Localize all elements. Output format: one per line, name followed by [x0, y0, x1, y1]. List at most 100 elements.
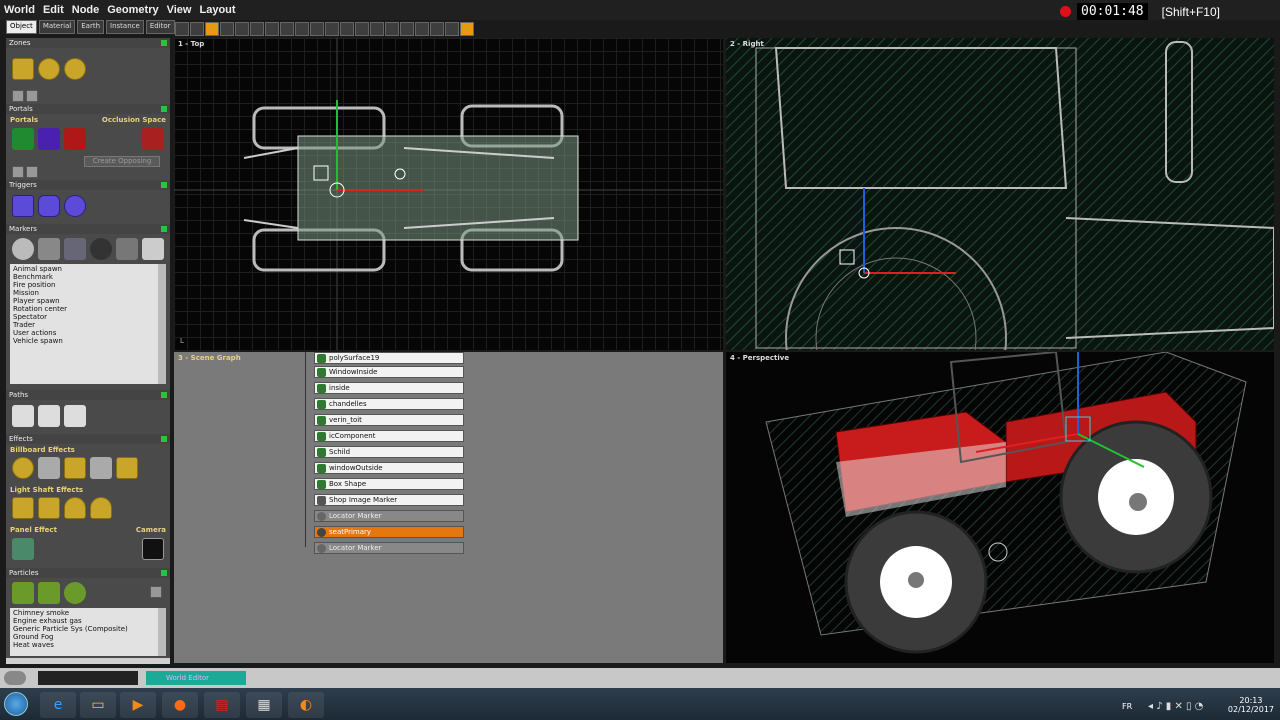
shaft-cylinder-icon[interactable]: [38, 497, 60, 519]
path-curve-icon[interactable]: [38, 405, 60, 427]
sun-tool-icon[interactable]: [400, 21, 414, 36]
path-line-icon[interactable]: [12, 405, 34, 427]
menu-view[interactable]: View: [163, 4, 196, 16]
scene-node[interactable]: icComponent: [314, 430, 464, 442]
shaft-box-icon[interactable]: [12, 497, 34, 519]
menu-layout[interactable]: Layout: [195, 4, 239, 16]
rotate-tool-icon[interactable]: [220, 21, 234, 36]
trigger-sphere-icon[interactable]: [64, 195, 86, 217]
clock[interactable]: 20:13 02/12/2017: [1228, 696, 1274, 714]
viewport-perspective[interactable]: 4 - Perspective: [726, 352, 1274, 663]
tab-earth[interactable]: Earth: [77, 20, 105, 34]
particle-cylinder-icon[interactable]: [38, 582, 60, 604]
scene-node[interactable]: Locator Marker: [314, 542, 464, 554]
viewport-top[interactable]: 1 - Top L: [174, 38, 723, 350]
marker-list-scrollbar[interactable]: [158, 264, 166, 384]
blender-icon[interactable]: ◐: [288, 692, 324, 718]
trigger-cylinder-icon[interactable]: [38, 195, 60, 217]
billboard-dot-icon[interactable]: [38, 457, 60, 479]
collapse-icon[interactable]: [161, 436, 167, 442]
collapse-icon[interactable]: [161, 392, 167, 398]
fly-tool-icon[interactable]: [370, 21, 384, 36]
scene-node[interactable]: verin_toit: [314, 414, 464, 426]
section-markers[interactable]: Markers: [6, 224, 170, 234]
scene-graph-panel[interactable]: 3 - Scene Graph polySurface19 WindowInsi…: [174, 352, 723, 663]
scene-node[interactable]: WindowInside: [314, 366, 464, 378]
list-item[interactable]: Rotation center: [13, 305, 163, 313]
zone-sphere-icon[interactable]: [38, 58, 60, 80]
billboard-line-icon[interactable]: [64, 457, 86, 479]
tab-object[interactable]: Object: [6, 20, 37, 34]
list-item[interactable]: Mission: [13, 289, 163, 297]
scene-node[interactable]: inside: [314, 382, 464, 394]
portal-tool-icon[interactable]: [26, 166, 38, 178]
start-button-icon[interactable]: [4, 692, 28, 716]
menu-node[interactable]: Node: [68, 4, 104, 16]
trigger-box-icon[interactable]: [12, 195, 34, 217]
portal-purple-icon[interactable]: [38, 128, 60, 150]
billboard-flame-icon[interactable]: [116, 457, 138, 479]
crosshair-marker-icon[interactable]: [12, 238, 34, 260]
hand-tool-icon[interactable]: [265, 21, 279, 36]
snap-tool-icon[interactable]: [250, 21, 264, 36]
list-item[interactable]: Heat waves: [13, 641, 163, 649]
zone-cylinder-icon[interactable]: [64, 58, 86, 80]
camera-icon[interactable]: [142, 538, 164, 560]
list-item[interactable]: Player spawn: [13, 297, 163, 305]
scene-node[interactable]: windowOutside: [314, 462, 464, 474]
portal-edit-icon[interactable]: [12, 166, 24, 178]
link-marker-icon[interactable]: [64, 238, 86, 260]
scale-tool-icon[interactable]: [235, 21, 249, 36]
billboard-sun-icon[interactable]: [12, 457, 34, 479]
list-item[interactable]: User actions: [13, 329, 163, 337]
menu-edit[interactable]: Edit: [39, 4, 68, 16]
shaft-bell-icon[interactable]: [90, 497, 112, 519]
paint-tool-icon[interactable]: [280, 21, 294, 36]
list-item[interactable]: Engine exhaust gas: [13, 617, 163, 625]
measure-tool-icon[interactable]: [295, 21, 309, 36]
collapse-icon[interactable]: [161, 182, 167, 188]
particle-list[interactable]: Chimney smoke Engine exhaust gas Generic…: [10, 608, 166, 656]
list-item[interactable]: Trader: [13, 321, 163, 329]
section-zones[interactable]: Zones: [6, 38, 170, 48]
select-tool-icon[interactable]: [175, 21, 189, 36]
shaft-cone-icon[interactable]: [64, 497, 86, 519]
collapse-icon[interactable]: [161, 570, 167, 576]
wire-tool-icon[interactable]: [430, 21, 444, 36]
menu-geometry[interactable]: Geometry: [103, 4, 162, 16]
terrain-tool-icon[interactable]: [340, 21, 354, 36]
scene-node[interactable]: Schild: [314, 446, 464, 458]
list-item[interactable]: Ground Fog: [13, 633, 163, 641]
billboard-wave-icon[interactable]: [90, 457, 112, 479]
pointer-tool-icon[interactable]: [190, 21, 204, 36]
scene-node[interactable]: Locator Marker Vehicle Proxy: [314, 510, 464, 522]
scene-node[interactable]: Shop Image Marker: [314, 494, 464, 506]
viewport-right[interactable]: 2 - Right: [726, 38, 1274, 350]
list-item[interactable]: Animal spawn: [13, 265, 163, 273]
path-spline-icon[interactable]: [64, 405, 86, 427]
list-item[interactable]: Chimney smoke: [13, 609, 163, 617]
marker-list[interactable]: Animal spawn Benchmark Fire position Mis…: [10, 264, 166, 384]
zone-edit-icon[interactable]: [12, 90, 24, 102]
portal-green-icon[interactable]: [12, 128, 34, 150]
list-item[interactable]: Benchmark: [13, 273, 163, 281]
section-particles[interactable]: Particles: [6, 568, 170, 578]
section-effects[interactable]: Effects: [6, 434, 170, 444]
language-indicator[interactable]: FR: [1122, 702, 1132, 711]
ie-icon[interactable]: e: [40, 692, 76, 718]
move-tool-icon[interactable]: [205, 21, 219, 36]
media-player-icon[interactable]: ▶: [120, 692, 156, 718]
scene-node[interactable]: polySurface19: [314, 352, 464, 364]
align-tool-icon[interactable]: [310, 21, 324, 36]
folder-icon[interactable]: ▭: [80, 692, 116, 718]
create-opposing-button[interactable]: Create Opposing: [84, 156, 160, 167]
play-tool-icon[interactable]: [460, 21, 474, 36]
light-tool-icon[interactable]: [385, 21, 399, 36]
collapse-icon[interactable]: [161, 40, 167, 46]
grid-tool-icon[interactable]: [415, 21, 429, 36]
section-paths[interactable]: Paths: [6, 390, 170, 400]
hidden-window-tab[interactable]: [38, 671, 138, 685]
zone-box-icon[interactable]: [12, 58, 34, 80]
editor-app-icon[interactable]: ▦: [246, 692, 282, 718]
portal-red-icon[interactable]: [64, 128, 86, 150]
